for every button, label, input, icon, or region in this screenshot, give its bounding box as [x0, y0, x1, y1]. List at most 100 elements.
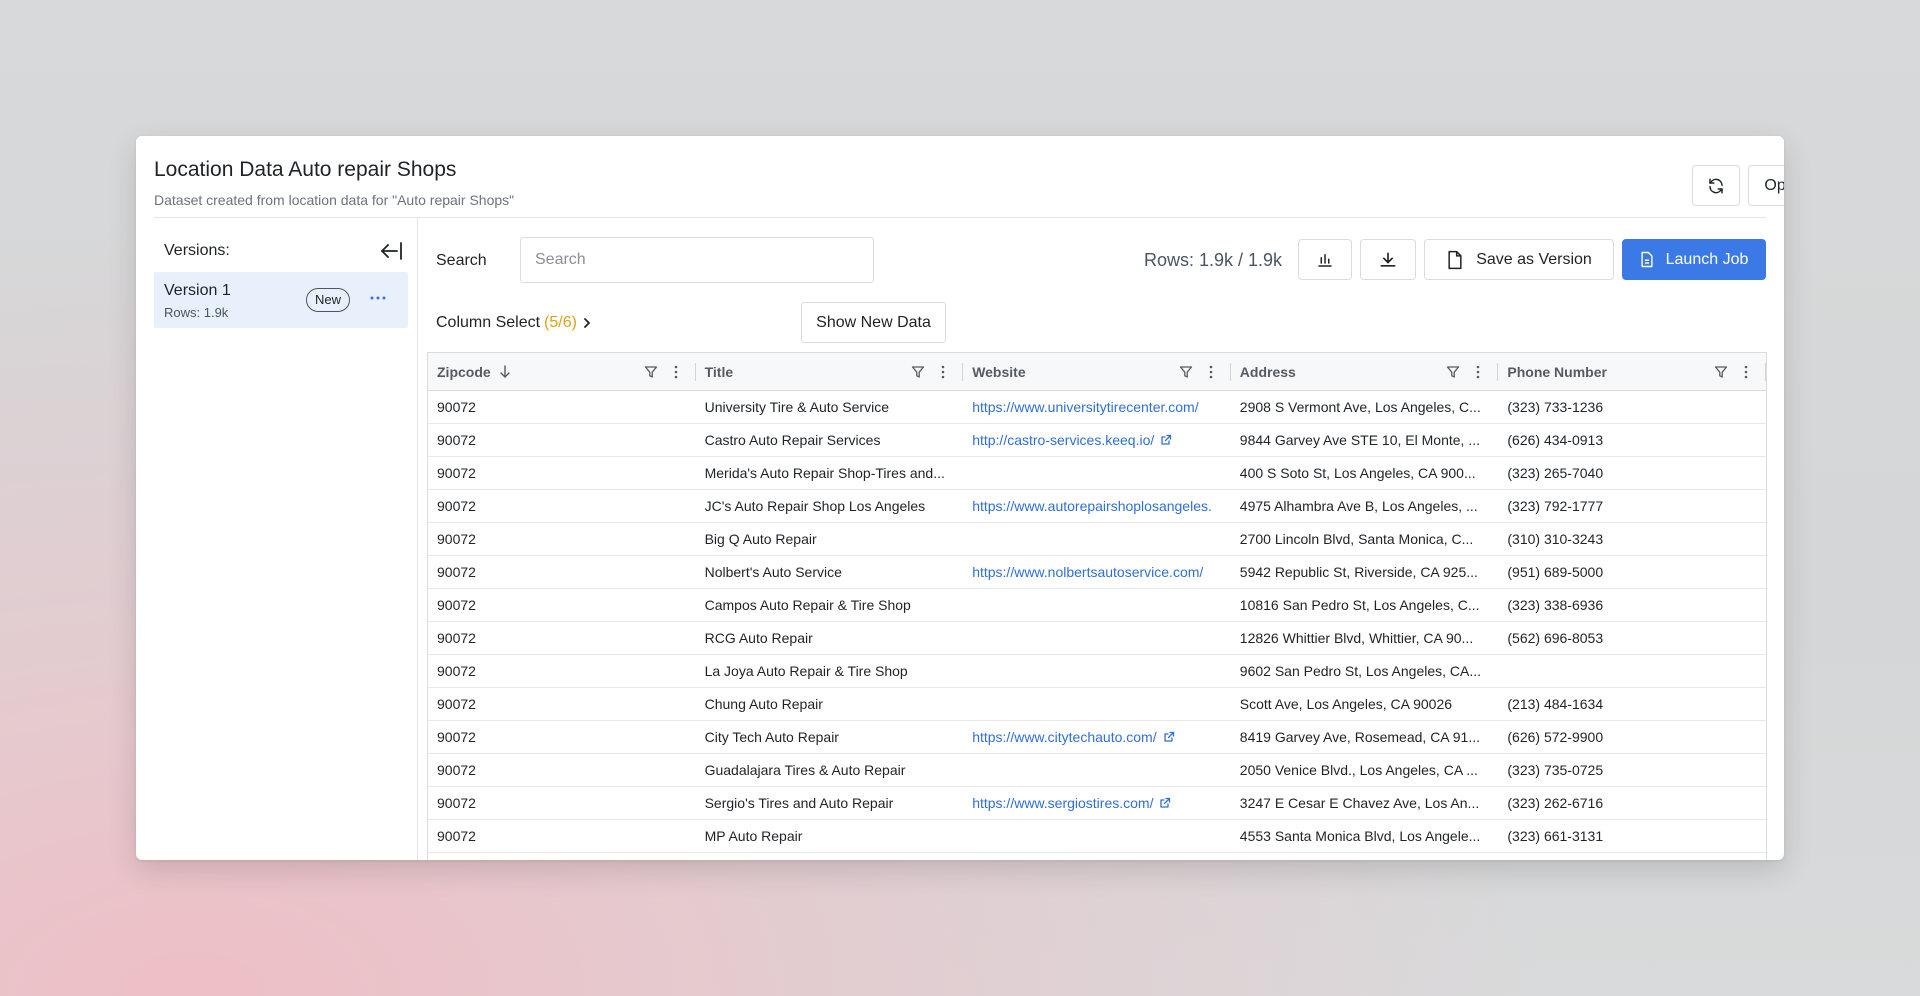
collapse-left-icon[interactable]	[379, 240, 403, 262]
website-cell[interactable]: https://www.citytechauto.com/	[963, 721, 1231, 753]
cell-text: (323) 265-7040	[1507, 465, 1604, 481]
show-new-data-button[interactable]: Show New Data	[801, 302, 946, 343]
title-cell: Campos Auto Repair & Tire Shop	[696, 589, 964, 621]
table-row[interactable]: 90072 Guadalajara Tires & Auto Repair 2050…	[428, 754, 1766, 787]
table-row[interactable]: 90072 City Tech Auto Repair https://www.ci…	[428, 721, 1766, 754]
chart-button[interactable]	[1298, 239, 1352, 280]
title-cell: Castro Auto Repair Services	[696, 424, 964, 456]
cell-text: 90072	[437, 762, 476, 778]
table-row[interactable]: 90072 RCG Auto Repair 12826 Whittier Blvd,…	[428, 622, 1766, 655]
table-row[interactable]: 90072 Castro Auto Repair Services http://c…	[428, 424, 1766, 457]
cell-text: (323) 792-1777	[1507, 498, 1604, 514]
table-row[interactable]: 90072 Sergio's Tires and Auto Repair https…	[428, 787, 1766, 820]
search-label: Search	[436, 252, 487, 269]
column-header-title[interactable]: Title	[696, 353, 964, 391]
column-select[interactable]: Column Select (5/6)	[436, 314, 593, 332]
website-link[interactable]: http://castro-services.keeq.io/	[972, 432, 1154, 448]
external-link-icon[interactable]	[1159, 797, 1171, 809]
table-row[interactable]: 90072 JC's Auto Repair Shop Los Angeles ht…	[428, 490, 1766, 523]
address-cell: Scott Ave, Los Angeles, CA 90026	[1231, 688, 1499, 720]
zipcode-cell: 90072	[428, 754, 696, 786]
title-cell: La Joya Auto Repair & Tire Shop	[696, 655, 964, 687]
column-menu-icon[interactable]	[1474, 364, 1482, 380]
cell-text: Big Q Auto Repair	[704, 531, 817, 547]
version-item[interactable]: Version 1 Rows: 1.9k New	[154, 272, 408, 328]
phone-cell: (323) 262-6716	[1498, 787, 1766, 819]
website-link[interactable]: https://www.sergiostires.com/	[972, 795, 1153, 811]
address-cell: 9602 San Pedro St, Los Angeles, CA...	[1231, 655, 1499, 687]
version-more-button[interactable]	[366, 284, 390, 308]
website-cell[interactable]: https://www.nolbertsautoservice.com/	[963, 556, 1231, 588]
website-link[interactable]: https://www.nolbertsautoservice.com/	[972, 564, 1203, 580]
launch-job-button[interactable]: Launch Job	[1622, 239, 1766, 280]
refresh-button[interactable]	[1692, 165, 1740, 206]
page-header: Location Data Auto repair Shops Dataset …	[154, 136, 1766, 218]
sort-down-icon[interactable]	[499, 365, 511, 379]
column-header-phone-number[interactable]: Phone Number	[1498, 353, 1766, 391]
cell-text: 90072	[437, 432, 476, 448]
website-cell[interactable]: https://www.autorepairshoplosangeles.	[963, 490, 1231, 522]
options-button[interactable]: Options	[1748, 165, 1784, 206]
website-link[interactable]: https://www.citytechauto.com/	[972, 729, 1156, 745]
table-row[interactable]: 90072 Merida's Auto Repair Shop-Tires and…	[428, 457, 1766, 490]
column-separator[interactable]	[1764, 363, 1766, 381]
table-body: 90072 University Tire & Auto Service https…	[428, 391, 1766, 853]
website-link[interactable]: https://www.universitytirecenter.com/	[972, 399, 1198, 415]
column-header-address[interactable]: Address	[1231, 353, 1499, 391]
column-header-website[interactable]: Website	[963, 353, 1231, 391]
cell-text: 12826 Whittier Blvd, Whittier, CA 90...	[1239, 630, 1474, 646]
table-row[interactable]: 90072 University Tire & Auto Service https…	[428, 391, 1766, 424]
cell-text: Merida's Auto Repair Shop-Tires and...	[704, 465, 945, 481]
column-header-zipcode[interactable]: Zipcode	[428, 353, 696, 391]
file-icon	[1448, 250, 1462, 269]
zipcode-cell: 90072	[428, 721, 696, 753]
column-menu-icon[interactable]	[1742, 364, 1750, 380]
filter-icon[interactable]	[1179, 365, 1193, 379]
table-row[interactable]: 90072 Nolbert's Auto Service https://www.n…	[428, 556, 1766, 589]
cell-text: 9844 Garvey Ave STE 10, El Monte, ...	[1239, 432, 1480, 448]
phone-cell: (323) 792-1777	[1498, 490, 1766, 522]
table-row[interactable]: 90072 Chung Auto Repair Scott Ave, Los Ang…	[428, 688, 1766, 721]
versions-sidebar: Versions: Version 1 Rows: 1.9k New	[154, 218, 418, 860]
website-cell	[963, 457, 1231, 489]
website-cell[interactable]: https://www.sergiostires.com/	[963, 787, 1231, 819]
filter-icon[interactable]	[644, 365, 658, 379]
website-cell	[963, 688, 1231, 720]
table-row[interactable]: 90072 Big Q Auto Repair 2700 Lincoln Blvd,…	[428, 523, 1766, 556]
website-cell[interactable]: http://castro-services.keeq.io/	[963, 424, 1231, 456]
download-button[interactable]	[1360, 239, 1416, 280]
zipcode-cell: 90072	[428, 457, 696, 489]
search-input[interactable]	[520, 237, 874, 283]
column-menu-icon[interactable]	[939, 364, 947, 380]
cell-text: Scott Ave, Los Angeles, CA 90026	[1239, 696, 1453, 712]
cell-text: 90072	[437, 630, 476, 646]
cell-text: Sergio's Tires and Auto Repair	[704, 795, 894, 811]
cell-text: (323) 338-6936	[1507, 597, 1604, 613]
address-cell: 8419 Garvey Ave, Rosemead, CA 91...	[1231, 721, 1499, 753]
filter-icon[interactable]	[911, 365, 925, 379]
table-row[interactable]: 90072 La Joya Auto Repair & Tire Shop 9602…	[428, 655, 1766, 688]
cell-text: 90072	[437, 696, 476, 712]
column-select-label: Column Select	[436, 314, 541, 331]
cell-text: (626) 434-0913	[1507, 432, 1604, 448]
address-cell: 3247 E Cesar E Chavez Ave, Los An...	[1231, 787, 1499, 819]
page-subtitle: Dataset created from location data for "…	[154, 192, 515, 208]
website-cell[interactable]: https://www.universitytirecenter.com/	[963, 391, 1231, 423]
title-cell: Nolbert's Auto Service	[696, 556, 964, 588]
website-link[interactable]: https://www.autorepairshoplosangeles.	[972, 498, 1212, 514]
new-badge: New	[306, 288, 351, 312]
column-menu-icon[interactable]	[1207, 364, 1215, 380]
filter-icon[interactable]	[1714, 365, 1728, 379]
title-cell: City Tech Auto Repair	[696, 721, 964, 753]
filter-icon[interactable]	[1446, 365, 1460, 379]
cell-text: (562) 696-8053	[1507, 630, 1604, 646]
save-as-version-button[interactable]: Save as Version	[1424, 239, 1614, 280]
cell-text: 10816 San Pedro St, Los Angeles, C...	[1239, 597, 1480, 613]
table-row[interactable]: 90072 Campos Auto Repair & Tire Shop 10816…	[428, 589, 1766, 622]
cell-text: 2700 Lincoln Blvd, Santa Monica, C...	[1239, 531, 1474, 547]
external-link-icon[interactable]	[1160, 434, 1172, 446]
external-link-icon[interactable]	[1163, 731, 1175, 743]
table-row[interactable]: 90072 MP Auto Repair 4553 Santa Monica Blv…	[428, 820, 1766, 853]
column-menu-icon[interactable]	[672, 364, 680, 380]
cell-text: University Tire & Auto Service	[704, 399, 889, 415]
